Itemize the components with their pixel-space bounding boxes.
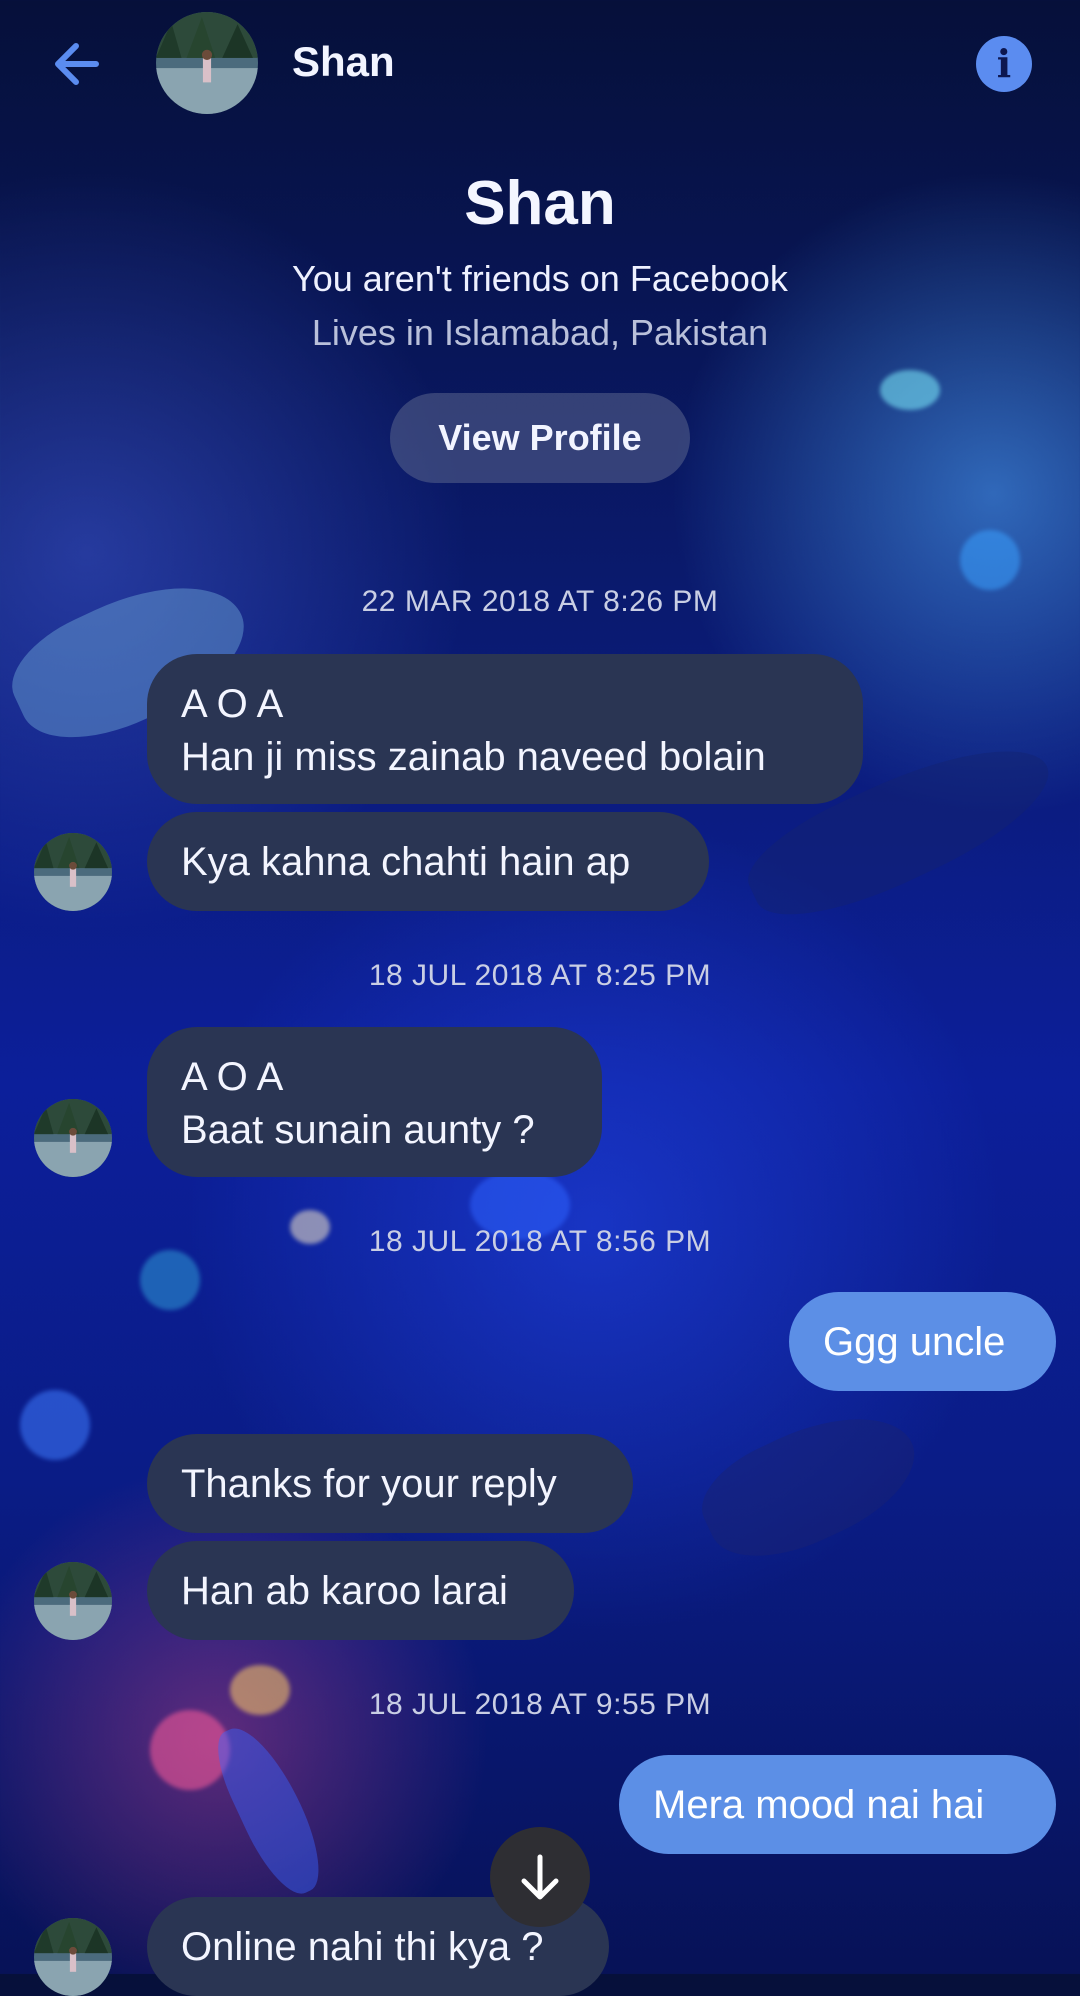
sender-avatar[interactable]: [34, 1099, 112, 1177]
message-timestamp: 18 JUL 2018 AT 8:56 PM: [368, 1225, 712, 1258]
arrow-down-icon: [521, 1854, 559, 1900]
message-timestamp: 18 JUL 2018 AT 9:55 PM: [368, 1688, 712, 1721]
location-text: Lives in Islamabad, Pakistan: [311, 312, 769, 353]
scroll-to-bottom-button[interactable]: [490, 1827, 590, 1927]
received-message[interactable]: Thanks for your reply: [147, 1434, 633, 1533]
sender-avatar[interactable]: [34, 1562, 112, 1640]
sender-avatar[interactable]: [34, 833, 112, 911]
profile-name: Shan: [464, 169, 616, 238]
received-message[interactable]: A O A Han ji miss zainab naveed bolain: [147, 654, 863, 804]
sent-message[interactable]: Mera mood nai hai: [619, 1755, 1056, 1854]
sender-avatar[interactable]: [34, 1918, 112, 1996]
background-bokeh: [960, 530, 1020, 590]
background-bokeh: [140, 1250, 200, 1310]
background-bokeh: [880, 370, 940, 410]
avatar[interactable]: [156, 12, 258, 114]
background-ribbon: [204, 1715, 336, 1905]
message-timestamp: 18 JUL 2018 AT 8:25 PM: [368, 959, 712, 992]
conversation-header: Shan i: [0, 0, 1080, 130]
received-message[interactable]: Han ab karoo larai: [147, 1541, 574, 1640]
view-profile-button[interactable]: View Profile: [390, 393, 690, 483]
background-ribbon: [687, 1388, 933, 1582]
info-icon[interactable]: i: [976, 36, 1032, 92]
message-timestamp: 22 MAR 2018 AT 8:26 PM: [361, 585, 719, 618]
arrow-left-icon[interactable]: [46, 32, 110, 96]
contact-name[interactable]: Shan: [292, 38, 395, 86]
received-message[interactable]: A O A Baat sunain aunty ?: [147, 1027, 602, 1177]
friendship-status: You aren't friends on Facebook: [292, 258, 788, 299]
received-message[interactable]: Kya kahna chahti hain ap: [147, 812, 709, 911]
background-bokeh: [20, 1390, 90, 1460]
sent-message[interactable]: Ggg uncle: [789, 1292, 1056, 1391]
